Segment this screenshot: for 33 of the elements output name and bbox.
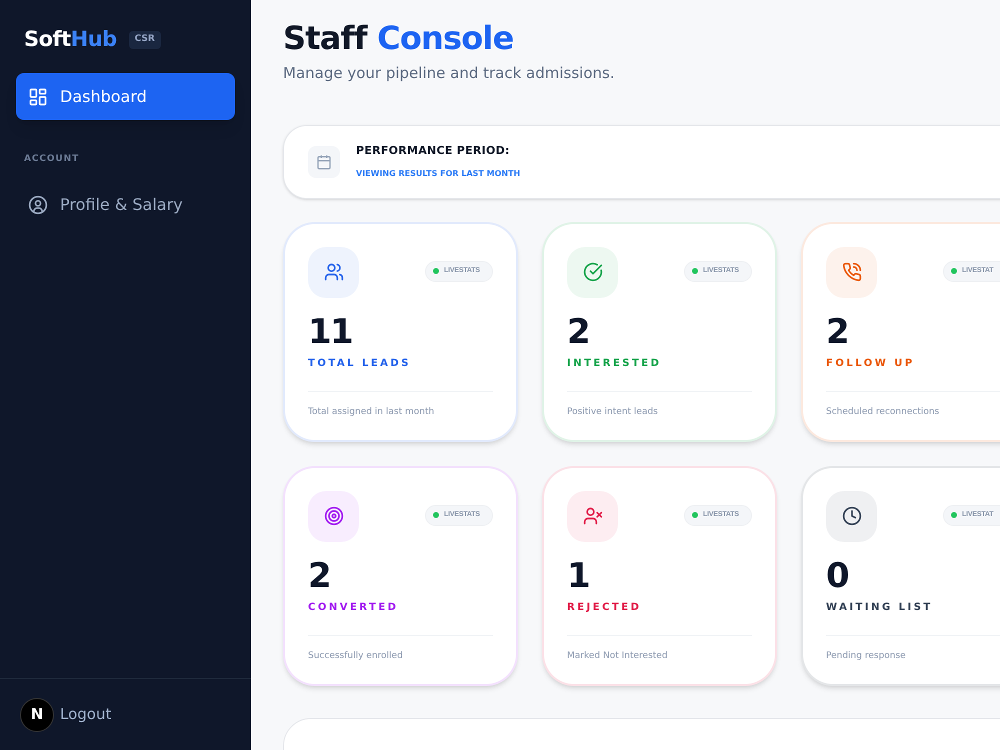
- stat-value: 11: [308, 312, 353, 352]
- stat-label: TOTAL LEADS: [308, 356, 412, 370]
- stat-value: 2: [567, 312, 590, 352]
- stat-label: REJECTED: [567, 600, 642, 614]
- stat-value: 1: [567, 556, 590, 596]
- section-label: ACCOUNT: [23, 153, 80, 166]
- nav-item[interactable]: Dashboard: [16, 73, 235, 120]
- stat-description: Total assigned in last month: [308, 406, 436, 418]
- stat-description: Successfully enrolled: [308, 650, 404, 662]
- stat-label: CONVERTED: [308, 600, 400, 614]
- stat-description: Marked Not Interested: [567, 650, 669, 662]
- stat-description: Positive intent leads: [567, 406, 659, 418]
- stat-value: 2: [826, 312, 849, 352]
- brand-logo: SoftHub: [24, 26, 117, 54]
- stat-label: FOLLOW UP: [826, 356, 916, 370]
- dashboard-icon: [28, 86, 48, 106]
- stat-description: Scheduled reconnections: [826, 406, 940, 418]
- avatar: N: [20, 698, 54, 732]
- period-detail: VIEWING RESULTS FOR LAST MONTH: [356, 168, 520, 180]
- stat-value: 2: [308, 556, 331, 596]
- logout-link[interactable]: Logout: [60, 703, 112, 726]
- period-title: PERFORMANCE PERIOD:: [356, 143, 511, 160]
- role-badge: CSR: [128, 31, 161, 49]
- stat-label: INTERESTED: [567, 356, 662, 370]
- stat-value: 0: [826, 556, 849, 596]
- page-title: Staff: [283, 19, 367, 57]
- stat-description: Pending response: [826, 650, 907, 662]
- user-icon: [28, 195, 48, 215]
- page-subtitle: Manage your pipeline and track admissions.: [283, 63, 616, 84]
- page-title-accent: Console: [377, 19, 514, 57]
- calendar-icon: [316, 154, 332, 170]
- stat-label: WAITING LIST: [826, 600, 934, 614]
- nav-item[interactable]: Profile & Salary: [16, 182, 235, 228]
